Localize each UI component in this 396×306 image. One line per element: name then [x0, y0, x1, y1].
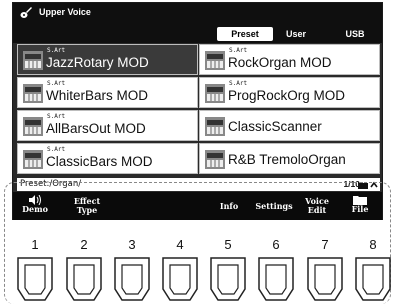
panel-button-3[interactable]	[112, 257, 152, 301]
button-number: 3	[128, 237, 136, 252]
voice-grid: S.Art JazzRotary MOD S.Art RockOrgan MOD…	[17, 44, 380, 176]
voice-name: WhiterBars MOD	[46, 88, 149, 103]
voice-name: AllBarsOut MOD	[46, 121, 146, 136]
voice-name: ClassicBars MOD	[46, 154, 153, 169]
organ-icon	[23, 150, 43, 169]
organ-icon	[23, 117, 43, 136]
button-number: 7	[321, 237, 329, 252]
organ-icon	[205, 84, 225, 103]
organ-icon	[205, 117, 225, 136]
organ-icon	[205, 51, 225, 70]
tab-usb[interactable]: USB	[335, 27, 375, 41]
header-bar: Upper Voice Preset User USB	[13, 3, 382, 43]
voice-item-rb-tremoloorgan[interactable]: R&B TremoloOrgan	[199, 143, 380, 174]
panel-button-1[interactable]	[15, 257, 55, 301]
button-number: 2	[80, 237, 88, 252]
voice-name: ClassicScanner	[228, 119, 322, 134]
organ-icon	[205, 150, 225, 169]
button-number: 4	[176, 237, 184, 252]
voice-sub-label: S.Art	[229, 47, 248, 54]
button-number: 5	[224, 237, 232, 252]
voice-sub-label: S.Art	[47, 146, 66, 153]
page-title: Upper Voice	[39, 7, 91, 17]
voice-item-allbarsout[interactable]: S.Art AllBarsOut MOD	[17, 110, 198, 141]
voice-sub-label: S.Art	[229, 80, 248, 87]
panel-button-4[interactable]	[160, 257, 200, 301]
voice-item-classicbars[interactable]: S.Art ClassicBars MOD	[17, 143, 198, 174]
voice-name: RockOrgan MOD	[228, 55, 332, 70]
tab-user[interactable]: User	[279, 27, 313, 41]
guitar-icon	[20, 7, 32, 18]
voice-item-whiterbars[interactable]: S.Art WhiterBars MOD	[17, 77, 198, 108]
panel-button-6[interactable]	[256, 257, 296, 301]
voice-sub-label: S.Art	[47, 47, 66, 54]
voice-sub-label: S.Art	[47, 80, 66, 87]
voice-name: ProgRockOrg MOD	[228, 88, 346, 103]
button-number: 8	[369, 237, 377, 252]
voice-name: JazzRotary MOD	[46, 55, 149, 70]
voice-item-classicscanner[interactable]: ClassicScanner	[199, 110, 380, 141]
organ-icon	[23, 84, 43, 103]
panel-button-7[interactable]	[305, 257, 345, 301]
button-number: 6	[272, 237, 280, 252]
voice-item-progrockorg[interactable]: S.Art ProgRockOrg MOD	[199, 77, 380, 108]
voice-item-jazzrotary[interactable]: S.Art JazzRotary MOD	[17, 44, 198, 75]
voice-sub-label: S.Art	[47, 113, 66, 120]
panel-button-2[interactable]	[64, 257, 104, 301]
voice-item-rockorgan[interactable]: S.Art RockOrgan MOD	[199, 44, 380, 75]
panel-button-5[interactable]	[208, 257, 248, 301]
button-number: 1	[31, 237, 39, 252]
panel-button-8[interactable]	[353, 257, 393, 301]
voice-name: R&B TremoloOrgan	[228, 152, 346, 167]
organ-icon	[23, 51, 43, 70]
tab-preset[interactable]: Preset	[217, 27, 273, 41]
